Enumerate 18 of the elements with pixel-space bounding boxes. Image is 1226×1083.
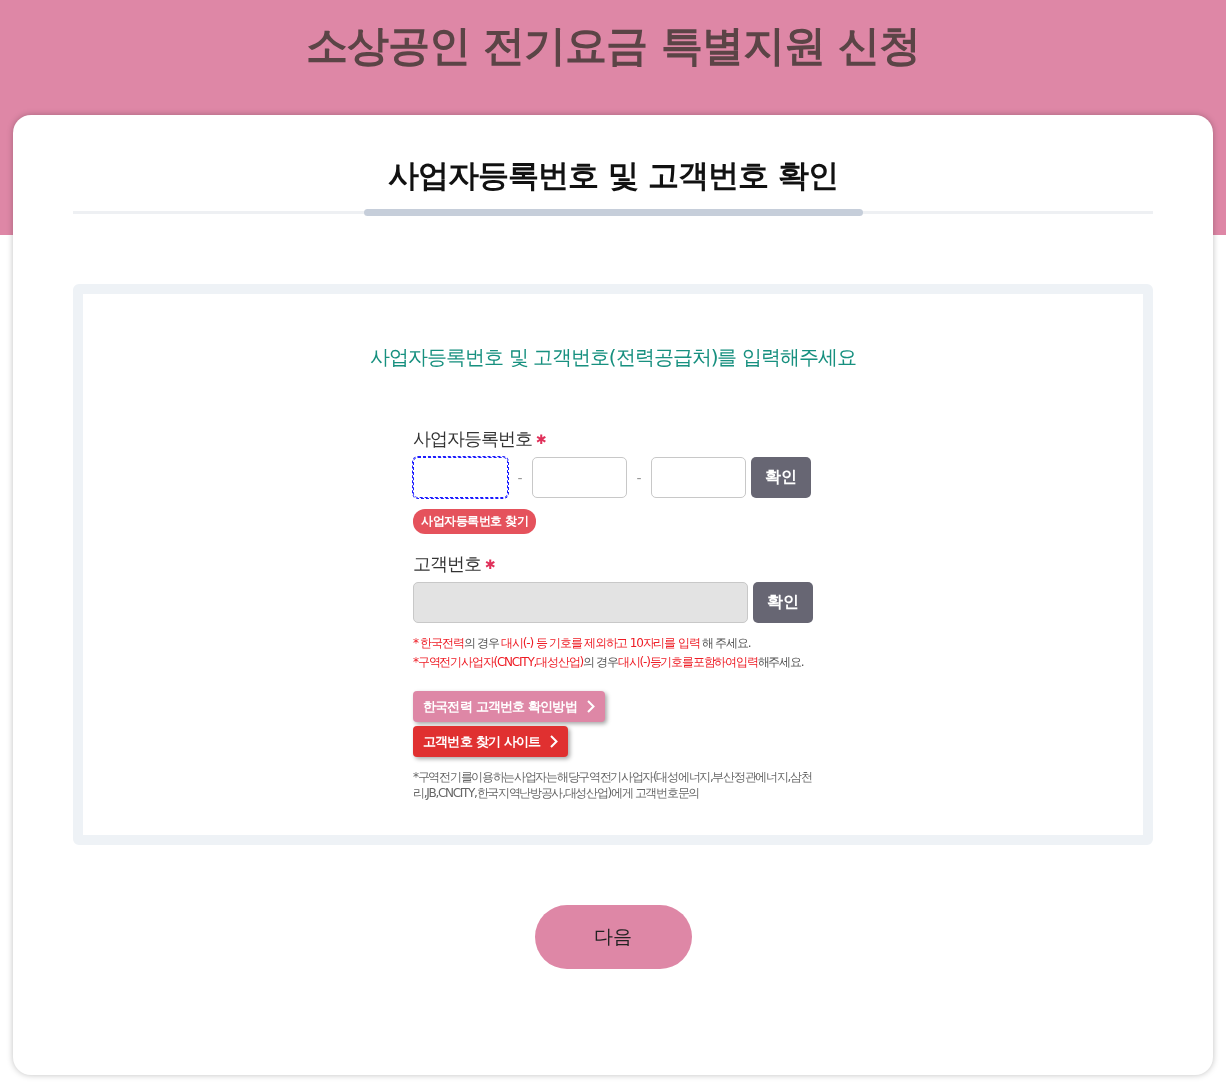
footnote: *구역전기를이용하는사업자는해당구역전기사업자(대성에너지,부산정관에너지,삼천리,JB,CNCITY,한국지역난방공사,대성산업)에게 고객번호문의 [413, 769, 813, 801]
find-business-number-button[interactable]: 사업자등록번호 찾기 [413, 509, 537, 534]
chevron-icon [586, 700, 595, 713]
card-title: 사업자등록번호 및 고객번호 확인 [388, 156, 838, 195]
chevron-icon [550, 735, 559, 748]
field-label: 사업자등록번호 [413, 427, 532, 451]
required-mark: ✱ [536, 431, 547, 447]
input-note: * 한국전력의 경우 대시(-) 등 기호를 제외하고 10자리를 입력 해 주세요. [413, 635, 752, 652]
panel-subtitle: 사업자등록번호 및 고객번호(전력공급처)를 입력해주세요 [370, 344, 856, 371]
page-title: 소상공인 전기요금 특별지원 신청 [305, 20, 921, 72]
input-field[interactable] [413, 457, 508, 498]
next-button[interactable]: 다음 [534, 905, 692, 969]
separator: - [635, 469, 643, 486]
separator: - [516, 469, 524, 486]
field-label: 고객번호 [413, 552, 481, 576]
required-mark: ✱ [485, 556, 496, 572]
input-note: *구역전기사업자(CNCITY,대성산업)의 경우대시(-)등기호를포함하여입력해주세요. [413, 654, 805, 671]
confirm-button[interactable]: 확인 [751, 457, 811, 498]
